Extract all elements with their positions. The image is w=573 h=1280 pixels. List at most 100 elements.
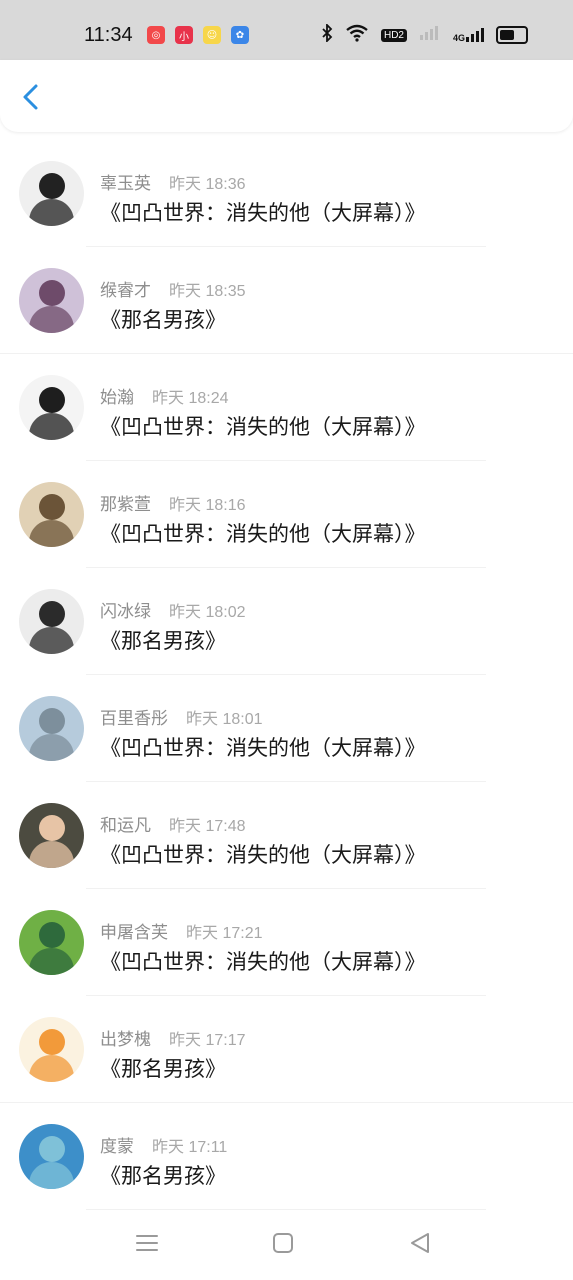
user-name[interactable]: 缑睿才 [100, 281, 151, 301]
triangle-back-icon [411, 1233, 429, 1253]
list-item[interactable]: 辜玉英 昨天 18:36 《凹凸世界：消失的他（大屏幕）》 [0, 140, 573, 247]
movie-title[interactable]: 《凹凸世界：消失的他（大屏幕）》 [100, 732, 426, 762]
user-name[interactable]: 辜玉英 [100, 174, 151, 194]
user-name[interactable]: 度蒙 [100, 1137, 134, 1157]
timestamp: 昨天 18:35 [169, 283, 246, 300]
comment-meta: 出梦槐 昨天 17:17 [100, 1025, 246, 1050]
avatar-head-shape [39, 815, 65, 841]
home-button[interactable] [268, 1228, 298, 1258]
list-item[interactable]: 申屠含芙 昨天 17:21 《凹凸世界：消失的他（大屏幕）》 [0, 889, 573, 996]
user-name[interactable]: 和运凡 [100, 816, 151, 836]
avatar-body-shape [29, 948, 74, 975]
avatar[interactable] [19, 803, 84, 868]
avatar-head-shape [39, 280, 65, 306]
timestamp: 昨天 18:02 [169, 604, 246, 621]
avatar[interactable] [19, 268, 84, 333]
avatar-body-shape [29, 841, 74, 868]
movie-title[interactable]: 《凹凸世界：消失的他（大屏幕）》 [100, 518, 426, 548]
list-item[interactable]: 百里香彤 昨天 18:01 《凹凸世界：消失的他（大屏幕）》 [0, 675, 573, 782]
avatar-head-shape [39, 173, 65, 199]
timestamp: 昨天 18:16 [169, 497, 246, 514]
avatar-body-shape [29, 627, 74, 654]
list-item[interactable]: 和运凡 昨天 17:48 《凹凸世界：消失的他（大屏幕）》 [0, 782, 573, 889]
avatar[interactable] [19, 1017, 84, 1082]
user-name[interactable]: 那紫萱 [100, 495, 151, 515]
user-name[interactable]: 闪冰绿 [100, 602, 151, 622]
back-nav-button[interactable] [405, 1228, 435, 1258]
comment-meta: 和运凡 昨天 17:48 [100, 811, 246, 836]
avatar-body-shape [29, 306, 74, 333]
avatar-body-shape [29, 199, 74, 226]
movie-title[interactable]: 《那名男孩》 [100, 1053, 226, 1083]
movie-title[interactable]: 《那名男孩》 [100, 1160, 226, 1190]
list-item[interactable]: 度蒙 昨天 17:11 《那名男孩》 [0, 1103, 573, 1210]
movie-title[interactable]: 《那名男孩》 [100, 304, 226, 334]
avatar[interactable] [19, 696, 84, 761]
avatar-body-shape [29, 413, 74, 440]
comment-meta: 辜玉英 昨天 18:36 [100, 169, 246, 194]
avatar[interactable] [19, 161, 84, 226]
timestamp: 昨天 17:48 [169, 818, 246, 835]
avatar[interactable] [19, 482, 84, 547]
wifi-icon [345, 24, 369, 46]
list-item[interactable]: 缑睿才 昨天 18:35 《那名男孩》 [0, 247, 573, 354]
back-button[interactable] [14, 80, 48, 114]
list-item[interactable]: 出梦槐 昨天 17:17 《那名男孩》 [0, 996, 573, 1103]
timestamp: 昨天 18:01 [186, 711, 263, 728]
avatar-body-shape [29, 734, 74, 761]
status-time: 11:34 [84, 24, 133, 46]
movie-title[interactable]: 《凹凸世界：消失的他（大屏幕）》 [100, 411, 426, 441]
signal-1-icon [419, 25, 441, 45]
avatar-head-shape [39, 387, 65, 413]
timestamp: 昨天 18:24 [152, 390, 229, 407]
bluetooth-icon [321, 22, 333, 46]
comment-meta: 申屠含芙 昨天 17:21 [100, 918, 263, 943]
comment-meta: 百里香彤 昨天 18:01 [100, 704, 263, 729]
avatar[interactable] [19, 1124, 84, 1189]
avatar-head-shape [39, 1136, 65, 1162]
comment-meta: 闪冰绿 昨天 18:02 [100, 597, 246, 622]
app-icon-blue: ✿ [231, 26, 249, 44]
movie-title[interactable]: 《凹凸世界：消失的他（大屏幕）》 [100, 197, 426, 227]
chevron-left-icon [23, 84, 38, 110]
movie-title[interactable]: 《凹凸世界：消失的他（大屏幕）》 [100, 946, 426, 976]
battery-icon [496, 26, 528, 44]
status-bar: 11:34 ◎ 小 ☺ ✿ HD2 4G [0, 0, 573, 60]
list-item[interactable]: 始瀚 昨天 18:24 《凹凸世界：消失的他（大屏幕）》 [0, 354, 573, 461]
avatar-head-shape [39, 708, 65, 734]
timestamp: 昨天 17:11 [152, 1139, 228, 1156]
signal-2-icon: 4G [453, 27, 484, 43]
app-icon-yellow: ☺ [203, 26, 221, 44]
app-icon-pink: 小 [175, 26, 193, 44]
network-type-label: 4G [452, 33, 465, 43]
avatar-body-shape [29, 1055, 74, 1082]
status-indicators: HD2 4G [321, 22, 528, 46]
header-bar [0, 60, 573, 132]
user-name[interactable]: 百里香彤 [100, 709, 168, 729]
avatar-head-shape [39, 1029, 65, 1055]
menu-button[interactable] [132, 1228, 162, 1258]
comment-meta: 始瀚 昨天 18:24 [100, 383, 229, 408]
avatar-body-shape [29, 520, 74, 547]
menu-icon [136, 1235, 158, 1251]
hd-badge: HD2 [380, 28, 407, 42]
movie-title[interactable]: 《凹凸世界：消失的他（大屏幕）》 [100, 839, 426, 869]
list-item[interactable]: 闪冰绿 昨天 18:02 《那名男孩》 [0, 568, 573, 675]
comment-meta: 缑睿才 昨天 18:35 [100, 276, 246, 301]
system-nav-bar [0, 1216, 573, 1280]
avatar-head-shape [39, 922, 65, 948]
user-name[interactable]: 始瀚 [100, 388, 134, 408]
avatar-body-shape [29, 1162, 74, 1189]
list-item[interactable]: 那紫萱 昨天 18:16 《凹凸世界：消失的他（大屏幕）》 [0, 461, 573, 568]
timestamp: 昨天 18:36 [169, 176, 246, 193]
avatar[interactable] [19, 910, 84, 975]
timestamp: 昨天 17:17 [169, 1032, 246, 1049]
movie-title[interactable]: 《那名男孩》 [100, 625, 226, 655]
avatar[interactable] [19, 375, 84, 440]
user-name[interactable]: 出梦槐 [100, 1030, 151, 1050]
timestamp: 昨天 17:21 [186, 925, 263, 942]
comment-list: 辜玉英 昨天 18:36 《凹凸世界：消失的他（大屏幕）》 缑睿才 昨天 18:35 《那… [0, 140, 573, 1210]
avatar-head-shape [39, 601, 65, 627]
avatar[interactable] [19, 589, 84, 654]
user-name[interactable]: 申屠含芙 [100, 923, 168, 943]
